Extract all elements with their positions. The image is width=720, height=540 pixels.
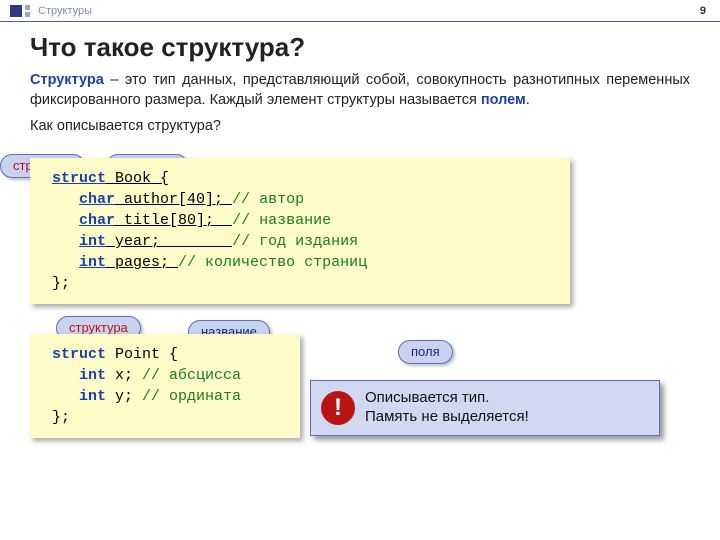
intro-text: Структура – это тип данных, представляющ… <box>0 71 720 110</box>
page-number: 9 <box>700 5 706 17</box>
code-block-book: struct Book { char author[40]; // автор … <box>30 158 570 304</box>
callout-fields-2: поля <box>398 340 453 364</box>
breadcrumb: Структуры <box>38 5 700 17</box>
term-structure: Структура <box>30 72 104 88</box>
note-text: Описывается тип. Память не выделяется! <box>365 389 529 427</box>
header-decoration <box>10 5 30 17</box>
page-title: Что такое структура? <box>0 22 720 71</box>
code-block-point: struct Point { int x; // абсцисса int y;… <box>30 334 300 438</box>
subheading: Как описывается структура? <box>0 110 720 138</box>
content-stage: структура название поля struct Book { ch… <box>0 158 720 438</box>
warning-icon: ! <box>321 391 355 425</box>
topbar: Структуры 9 <box>0 0 720 22</box>
term-field: полем <box>481 92 526 108</box>
note-box: ! Описывается тип. Память не выделяется! <box>310 380 660 436</box>
